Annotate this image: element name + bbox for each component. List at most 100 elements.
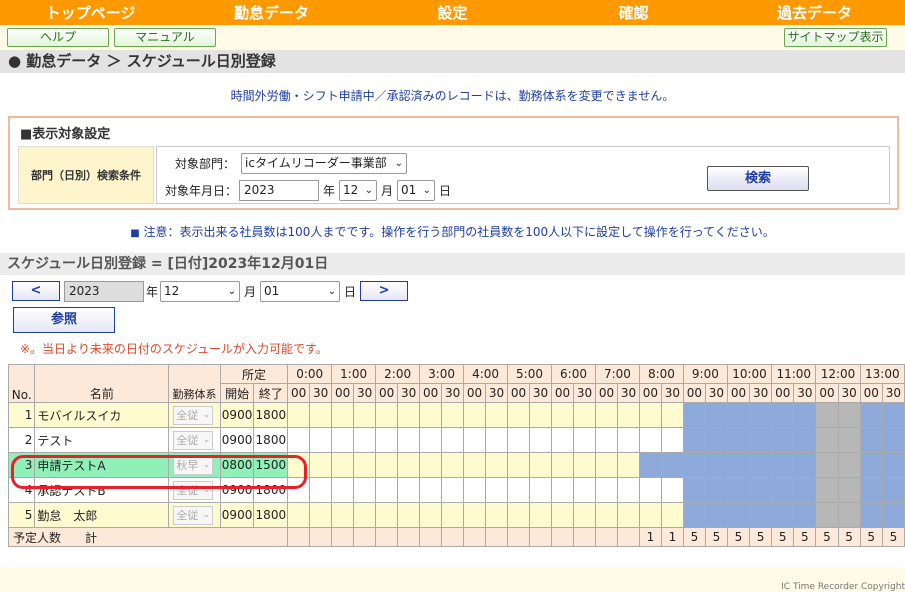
time-slot[interactable] <box>375 402 399 428</box>
time-slot[interactable] <box>881 502 905 528</box>
time-slot[interactable] <box>463 477 487 503</box>
work-type-select[interactable]: 全従 ⌄ <box>173 480 214 500</box>
time-slot[interactable] <box>837 427 861 453</box>
time-slot[interactable] <box>594 402 618 428</box>
time-slot[interactable] <box>507 427 531 453</box>
time-slot[interactable] <box>397 452 421 478</box>
time-slot[interactable] <box>638 402 662 428</box>
time-slot[interactable] <box>704 477 728 503</box>
time-slot[interactable] <box>463 502 487 528</box>
time-slot[interactable] <box>331 502 355 528</box>
time-slot[interactable] <box>726 502 751 528</box>
time-slot[interactable] <box>375 477 399 503</box>
time-slot[interactable] <box>771 452 795 478</box>
time-slot[interactable] <box>375 452 399 478</box>
time-slot[interactable] <box>793 452 817 478</box>
table-row[interactable]: 1 モバイルスイカ 全従 ⌄ 0900 1800 <box>7 402 905 428</box>
time-slot[interactable] <box>551 402 574 428</box>
sitemap-button[interactable]: サイトマップ表示 <box>784 28 887 47</box>
time-slot[interactable] <box>353 502 377 528</box>
time-slot[interactable] <box>419 402 443 428</box>
time-slot[interactable] <box>726 427 751 453</box>
time-slot[interactable] <box>771 477 795 503</box>
time-slot[interactable] <box>881 402 905 428</box>
time-slot[interactable] <box>594 452 618 478</box>
time-slot[interactable] <box>507 402 531 428</box>
refer-button[interactable]: 参照 <box>13 307 115 333</box>
time-slot[interactable] <box>331 427 355 453</box>
time-slot[interactable] <box>375 502 399 528</box>
dept-select[interactable]: icタイムリコーダー事業部 ⌄ <box>241 152 408 174</box>
time-slot[interactable] <box>485 427 509 453</box>
time-slot[interactable] <box>529 402 553 428</box>
time-slot[interactable] <box>815 452 839 478</box>
month-select[interactable]: 12 ⌄ <box>339 179 378 201</box>
time-slot[interactable] <box>660 452 684 478</box>
time-slot[interactable] <box>749 427 773 453</box>
time-slot[interactable] <box>771 427 795 453</box>
time-slot[interactable] <box>749 402 773 428</box>
time-slot[interactable] <box>594 502 618 528</box>
time-slot[interactable] <box>353 452 377 478</box>
work-type-select[interactable]: 全従 ⌄ <box>173 405 214 425</box>
time-slot[interactable] <box>441 402 465 428</box>
time-slot[interactable] <box>485 452 509 478</box>
time-slot[interactable] <box>638 452 662 478</box>
time-slot[interactable] <box>441 452 465 478</box>
time-slot[interactable] <box>859 452 883 478</box>
time-slot[interactable] <box>881 452 905 478</box>
time-slot[interactable] <box>815 402 839 428</box>
time-slot[interactable] <box>660 402 684 428</box>
time-slot[interactable] <box>573 427 596 453</box>
time-slot[interactable] <box>573 502 596 528</box>
time-slot[interactable] <box>353 402 377 428</box>
time-slot[interactable] <box>616 402 640 428</box>
time-slot[interactable] <box>419 427 443 453</box>
time-slot[interactable] <box>309 427 333 453</box>
time-slot[interactable] <box>375 427 399 453</box>
time-slot[interactable] <box>726 402 751 428</box>
time-slot[interactable] <box>881 427 905 453</box>
time-slot[interactable] <box>616 477 640 503</box>
time-slot[interactable] <box>726 452 751 478</box>
time-slot[interactable] <box>485 477 509 503</box>
time-slot[interactable] <box>309 402 333 428</box>
time-slot[interactable] <box>419 452 443 478</box>
prev-day-button[interactable]: < <box>12 281 60 301</box>
time-slot[interactable] <box>815 427 839 453</box>
time-slot[interactable] <box>287 402 311 428</box>
time-slot[interactable] <box>419 502 443 528</box>
time-slot[interactable] <box>837 477 861 503</box>
time-slot[interactable] <box>463 452 487 478</box>
time-slot[interactable] <box>638 427 662 453</box>
time-slot[interactable] <box>881 477 905 503</box>
time-slot[interactable] <box>682 477 706 503</box>
time-slot[interactable] <box>704 402 728 428</box>
time-slot[interactable] <box>859 427 883 453</box>
work-type-select[interactable]: 全従 ⌄ <box>173 505 214 525</box>
next-day-button[interactable]: > <box>360 281 409 301</box>
help-button[interactable]: ヘルプ <box>7 28 109 47</box>
time-slot[interactable] <box>507 452 531 478</box>
time-slot[interactable] <box>859 502 883 528</box>
time-slot[interactable] <box>287 502 311 528</box>
time-slot[interactable] <box>573 402 596 428</box>
time-slot[interactable] <box>704 502 728 528</box>
time-slot[interactable] <box>397 402 421 428</box>
time-slot[interactable] <box>485 502 509 528</box>
time-slot[interactable] <box>704 452 728 478</box>
time-slot[interactable] <box>660 477 684 503</box>
time-slot[interactable] <box>397 502 421 528</box>
time-slot[interactable] <box>287 452 311 478</box>
nav-attendance-data[interactable]: 勤怠データ <box>181 0 362 25</box>
time-slot[interactable] <box>529 452 553 478</box>
nav-day-select[interactable]: 01 ⌄ <box>260 280 341 302</box>
time-slot[interactable] <box>463 402 487 428</box>
time-slot[interactable] <box>507 502 531 528</box>
time-slot[interactable] <box>573 477 596 503</box>
time-slot[interactable] <box>594 427 618 453</box>
time-slot[interactable] <box>616 502 640 528</box>
time-slot[interactable] <box>551 452 574 478</box>
work-type-select[interactable]: 秋早 ⌄ <box>173 455 214 475</box>
time-slot[interactable] <box>793 502 817 528</box>
